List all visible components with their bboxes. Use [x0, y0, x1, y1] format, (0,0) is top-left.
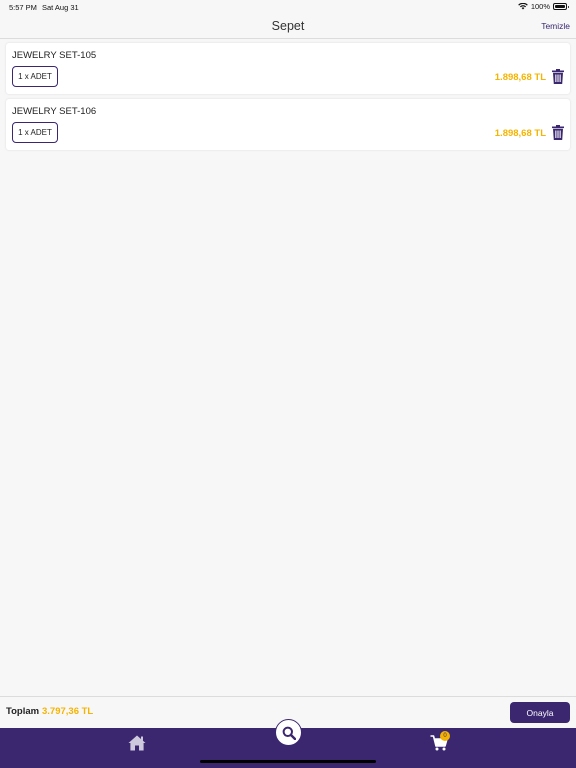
cart-item: JEWELRY SET-106 1 x ADET 1.898,68 TL: [6, 99, 570, 150]
cart-list: JEWELRY SET-105 1 x ADET 1.898,68 TL JEW…: [6, 43, 570, 155]
item-name: JEWELRY SET-106: [12, 106, 97, 117]
home-icon[interactable]: [128, 735, 146, 751]
cart-item: JEWELRY SET-105 1 x ADET 1.898,68 TL: [6, 43, 570, 94]
status-right: 100%: [518, 2, 569, 11]
cart-screen: 5:57 PM Sat Aug 31 100% Sepet Temizle JE…: [0, 0, 576, 768]
confirm-button[interactable]: Onayla: [510, 702, 570, 723]
trash-icon[interactable]: [552, 69, 564, 84]
search-icon: [282, 726, 296, 740]
status-time: 5:57 PM: [9, 3, 37, 12]
wifi-icon: [518, 3, 528, 10]
page-title: Sepet: [271, 19, 305, 33]
clear-cart-button[interactable]: Temizle: [541, 21, 570, 31]
item-price: 1.898,68 TL: [494, 128, 546, 139]
item-name: JEWELRY SET-105: [12, 50, 97, 61]
battery-icon: [553, 3, 569, 10]
tab-bar: 0: [0, 719, 576, 768]
status-date: Sat Aug 31: [42, 3, 79, 12]
search-tab-button[interactable]: [275, 719, 302, 746]
trash-icon[interactable]: [552, 125, 564, 140]
quantity-button[interactable]: 1 x ADET: [12, 66, 58, 87]
total-label: Toplam: [6, 706, 40, 717]
quantity-button[interactable]: 1 x ADET: [12, 122, 58, 143]
battery-percent: 100%: [530, 2, 550, 11]
total-value: 3.797,36 TL: [42, 706, 94, 717]
home-indicator: [200, 760, 376, 763]
navigation-bar: Sepet Temizle: [0, 14, 576, 39]
item-price: 1.898,68 TL: [494, 72, 546, 83]
cart-badge: 0: [440, 731, 450, 741]
status-bar: 5:57 PM Sat Aug 31 100%: [0, 0, 576, 14]
